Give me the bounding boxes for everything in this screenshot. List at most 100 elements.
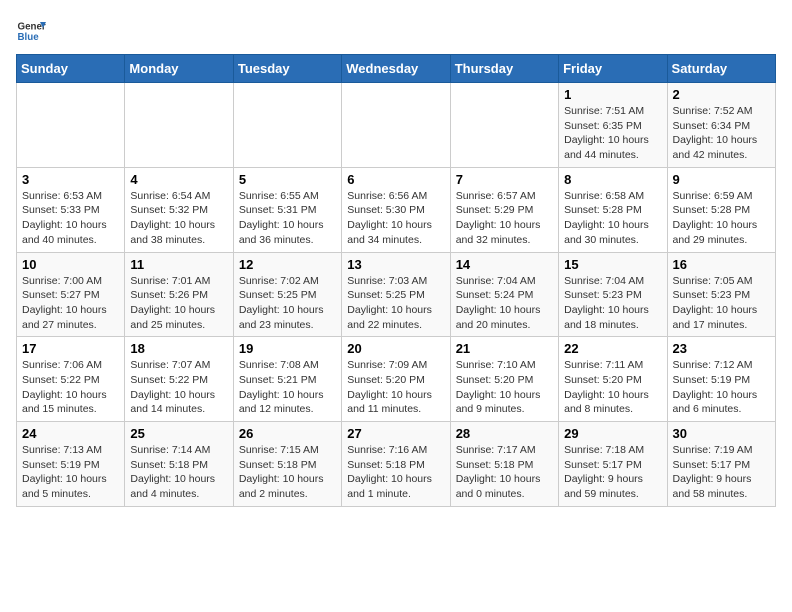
logo: General Blue: [16, 16, 46, 46]
day-number: 2: [673, 87, 770, 102]
day-info: Sunrise: 7:12 AM Sunset: 5:19 PM Dayligh…: [673, 358, 770, 417]
calendar-cell: 28 Sunrise: 7:17 AM Sunset: 5:18 PM Dayli…: [450, 422, 558, 507]
day-info: Sunrise: 7:11 AM Sunset: 5:20 PM Dayligh…: [564, 358, 661, 417]
calendar-cell: [450, 83, 558, 168]
calendar-cell: 10 Sunrise: 7:00 AM Sunset: 5:27 PM Dayli…: [17, 252, 125, 337]
day-number: 18: [130, 341, 227, 356]
logo-icon: General Blue: [16, 16, 46, 46]
day-number: 19: [239, 341, 336, 356]
day-number: 6: [347, 172, 444, 187]
day-number: 24: [22, 426, 119, 441]
weekday-header-tuesday: Tuesday: [233, 55, 341, 83]
calendar-cell: [125, 83, 233, 168]
calendar-cell: 1Sunrise: 7:51 AM Sunset: 6:35 PM Daylig…: [559, 83, 667, 168]
calendar-cell: 12 Sunrise: 7:02 AM Sunset: 5:25 PM Dayli…: [233, 252, 341, 337]
day-number: 11: [130, 257, 227, 272]
day-number: 23: [673, 341, 770, 356]
day-info: Sunrise: 6:59 AM Sunset: 5:28 PM Dayligh…: [673, 189, 770, 248]
day-info: Sunrise: 6:58 AM Sunset: 5:28 PM Dayligh…: [564, 189, 661, 248]
day-info: Sunrise: 7:04 AM Sunset: 5:24 PM Dayligh…: [456, 274, 553, 333]
day-number: 26: [239, 426, 336, 441]
day-info: Sunrise: 7:08 AM Sunset: 5:21 PM Dayligh…: [239, 358, 336, 417]
day-info: Sunrise: 7:17 AM Sunset: 5:18 PM Dayligh…: [456, 443, 553, 502]
day-info: Sunrise: 7:07 AM Sunset: 5:22 PM Dayligh…: [130, 358, 227, 417]
calendar-week-5: 24Sunrise: 7:13 AM Sunset: 5:19 PM Dayli…: [17, 422, 776, 507]
day-number: 12: [239, 257, 336, 272]
day-info: Sunrise: 7:05 AM Sunset: 5:23 PM Dayligh…: [673, 274, 770, 333]
day-info: Sunrise: 6:57 AM Sunset: 5:29 PM Dayligh…: [456, 189, 553, 248]
calendar-cell: 16 Sunrise: 7:05 AM Sunset: 5:23 PM Dayli…: [667, 252, 775, 337]
day-number: 28: [456, 426, 553, 441]
day-number: 10: [22, 257, 119, 272]
calendar-cell: 20Sunrise: 7:09 AM Sunset: 5:20 PM Dayli…: [342, 337, 450, 422]
calendar-cell: 25 Sunrise: 7:14 AM Sunset: 5:18 PM Dayli…: [125, 422, 233, 507]
calendar-cell: [17, 83, 125, 168]
day-info: Sunrise: 7:19 AM Sunset: 5:17 PM Dayligh…: [673, 443, 770, 502]
calendar-cell: 8 Sunrise: 6:58 AM Sunset: 5:28 PM Daylig…: [559, 167, 667, 252]
day-info: Sunrise: 7:03 AM Sunset: 5:25 PM Dayligh…: [347, 274, 444, 333]
calendar-cell: 26 Sunrise: 7:15 AM Sunset: 5:18 PM Dayli…: [233, 422, 341, 507]
calendar-cell: 7 Sunrise: 6:57 AM Sunset: 5:29 PM Daylig…: [450, 167, 558, 252]
calendar-week-1: 1Sunrise: 7:51 AM Sunset: 6:35 PM Daylig…: [17, 83, 776, 168]
weekday-header-wednesday: Wednesday: [342, 55, 450, 83]
day-number: 22: [564, 341, 661, 356]
calendar-cell: 22 Sunrise: 7:11 AM Sunset: 5:20 PM Dayli…: [559, 337, 667, 422]
calendar-cell: 15 Sunrise: 7:04 AM Sunset: 5:23 PM Dayli…: [559, 252, 667, 337]
day-number: 9: [673, 172, 770, 187]
calendar-cell: 4Sunrise: 6:54 AM Sunset: 5:32 PM Daylig…: [125, 167, 233, 252]
day-number: 21: [456, 341, 553, 356]
day-number: 29: [564, 426, 661, 441]
day-info: Sunrise: 7:52 AM Sunset: 6:34 PM Dayligh…: [673, 104, 770, 163]
day-info: Sunrise: 7:02 AM Sunset: 5:25 PM Dayligh…: [239, 274, 336, 333]
calendar-cell: 29 Sunrise: 7:18 AM Sunset: 5:17 PM Dayli…: [559, 422, 667, 507]
calendar-week-4: 17 Sunrise: 7:06 AM Sunset: 5:22 PM Dayli…: [17, 337, 776, 422]
day-number: 8: [564, 172, 661, 187]
day-number: 13: [347, 257, 444, 272]
day-number: 20: [347, 341, 444, 356]
day-info: Sunrise: 7:06 AM Sunset: 5:22 PM Dayligh…: [22, 358, 119, 417]
calendar-header-row: SundayMondayTuesdayWednesdayThursdayFrid…: [17, 55, 776, 83]
calendar-cell: [233, 83, 341, 168]
weekday-header-sunday: Sunday: [17, 55, 125, 83]
day-number: 27: [347, 426, 444, 441]
day-number: 4: [130, 172, 227, 187]
day-info: Sunrise: 7:51 AM Sunset: 6:35 PM Dayligh…: [564, 104, 661, 163]
calendar-week-2: 3Sunrise: 6:53 AM Sunset: 5:33 PM Daylig…: [17, 167, 776, 252]
day-info: Sunrise: 6:55 AM Sunset: 5:31 PM Dayligh…: [239, 189, 336, 248]
day-number: 25: [130, 426, 227, 441]
calendar-cell: 14 Sunrise: 7:04 AM Sunset: 5:24 PM Dayli…: [450, 252, 558, 337]
day-info: Sunrise: 7:14 AM Sunset: 5:18 PM Dayligh…: [130, 443, 227, 502]
day-info: Sunrise: 7:15 AM Sunset: 5:18 PM Dayligh…: [239, 443, 336, 502]
day-number: 16: [673, 257, 770, 272]
day-info: Sunrise: 7:00 AM Sunset: 5:27 PM Dayligh…: [22, 274, 119, 333]
calendar-cell: 9 Sunrise: 6:59 AM Sunset: 5:28 PM Daylig…: [667, 167, 775, 252]
calendar-cell: 6 Sunrise: 6:56 AM Sunset: 5:30 PM Daylig…: [342, 167, 450, 252]
calendar-cell: 23 Sunrise: 7:12 AM Sunset: 5:19 PM Dayli…: [667, 337, 775, 422]
day-number: 14: [456, 257, 553, 272]
calendar-cell: 3Sunrise: 6:53 AM Sunset: 5:33 PM Daylig…: [17, 167, 125, 252]
calendar-cell: 11Sunrise: 7:01 AM Sunset: 5:26 PM Dayli…: [125, 252, 233, 337]
day-number: 30: [673, 426, 770, 441]
weekday-header-monday: Monday: [125, 55, 233, 83]
calendar-cell: 18 Sunrise: 7:07 AM Sunset: 5:22 PM Dayli…: [125, 337, 233, 422]
day-number: 15: [564, 257, 661, 272]
svg-text:Blue: Blue: [18, 32, 40, 43]
day-info: Sunrise: 6:56 AM Sunset: 5:30 PM Dayligh…: [347, 189, 444, 248]
weekday-header-friday: Friday: [559, 55, 667, 83]
calendar-cell: 13 Sunrise: 7:03 AM Sunset: 5:25 PM Dayli…: [342, 252, 450, 337]
day-info: Sunrise: 7:18 AM Sunset: 5:17 PM Dayligh…: [564, 443, 661, 502]
calendar-cell: 21Sunrise: 7:10 AM Sunset: 5:20 PM Dayli…: [450, 337, 558, 422]
calendar-cell: 5Sunrise: 6:55 AM Sunset: 5:31 PM Daylig…: [233, 167, 341, 252]
calendar-week-3: 10 Sunrise: 7:00 AM Sunset: 5:27 PM Dayli…: [17, 252, 776, 337]
day-number: 7: [456, 172, 553, 187]
calendar-cell: 30 Sunrise: 7:19 AM Sunset: 5:17 PM Dayli…: [667, 422, 775, 507]
header: General Blue: [16, 16, 776, 46]
calendar-cell: 19 Sunrise: 7:08 AM Sunset: 5:21 PM Dayli…: [233, 337, 341, 422]
day-number: 17: [22, 341, 119, 356]
day-info: Sunrise: 7:04 AM Sunset: 5:23 PM Dayligh…: [564, 274, 661, 333]
calendar-cell: [342, 83, 450, 168]
weekday-header-thursday: Thursday: [450, 55, 558, 83]
day-info: Sunrise: 7:16 AM Sunset: 5:18 PM Dayligh…: [347, 443, 444, 502]
calendar: SundayMondayTuesdayWednesdayThursdayFrid…: [16, 54, 776, 507]
day-number: 3: [22, 172, 119, 187]
